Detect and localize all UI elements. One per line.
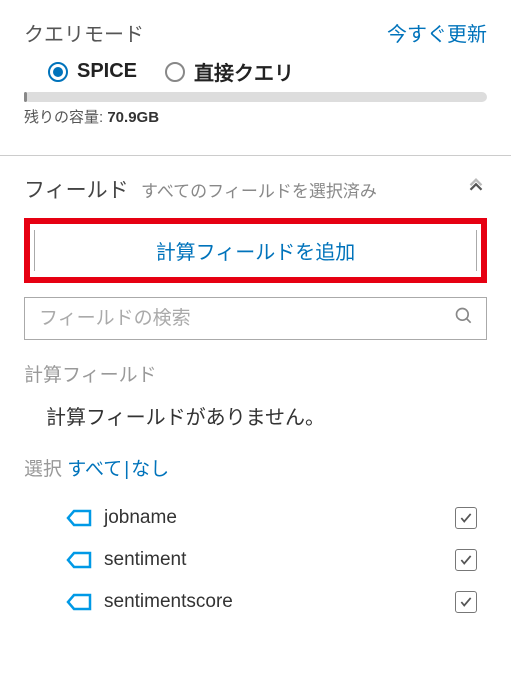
- fields-header-labels: フィールド すべてのフィールドを選択済み: [24, 174, 377, 204]
- fields-header[interactable]: フィールド すべてのフィールドを選択済み: [0, 156, 511, 218]
- calculated-fields-empty: 計算フィールドがありません。: [24, 401, 487, 430]
- field-row-jobname[interactable]: jobname: [24, 497, 487, 539]
- capacity-value: 70.9GB: [107, 109, 159, 126]
- capacity-bar: [24, 92, 487, 102]
- capacity-label: 残りの容量:: [24, 109, 103, 126]
- field-name-label: sentiment: [104, 549, 186, 571]
- field-search-box[interactable]: [24, 297, 487, 340]
- add-calculated-field-highlight: 計算フィールドを追加: [24, 218, 487, 283]
- collapse-icon[interactable]: [465, 176, 487, 203]
- fields-subtitle: すべてのフィールドを選択済み: [141, 182, 377, 201]
- radio-icon: [165, 62, 185, 82]
- query-mode-radio-group: SPICE 直接クエリ: [24, 57, 487, 86]
- select-all-link[interactable]: すべて: [67, 459, 122, 480]
- field-checkbox[interactable]: [455, 507, 477, 529]
- field-checkbox[interactable]: [455, 549, 477, 571]
- refresh-now-link[interactable]: 今すぐ更新: [387, 18, 487, 47]
- capacity-bar-fill: [24, 92, 27, 102]
- tag-icon: [66, 508, 92, 528]
- select-row: 選択 すべて|なし: [24, 454, 487, 481]
- radio-direct-query[interactable]: 直接クエリ: [165, 57, 294, 86]
- radio-icon: [48, 62, 68, 82]
- query-mode-title: クエリモード: [24, 18, 144, 47]
- calculated-fields-heading: 計算フィールド: [24, 360, 487, 387]
- field-checkbox[interactable]: [455, 591, 477, 613]
- field-name-label: sentimentscore: [104, 591, 233, 613]
- field-search-input[interactable]: [37, 307, 454, 331]
- fields-title: フィールド: [24, 179, 129, 202]
- tag-icon: [66, 592, 92, 612]
- query-mode-section: クエリモード 今すぐ更新 SPICE 直接クエリ 残りの容量: 70.9GB: [0, 0, 511, 139]
- tag-icon: [66, 550, 92, 570]
- field-row-left: jobname: [66, 507, 177, 529]
- field-row-sentiment[interactable]: sentiment: [24, 539, 487, 581]
- search-icon: [454, 306, 474, 331]
- field-row-left: sentiment: [66, 549, 186, 571]
- query-mode-header: クエリモード 今すぐ更新: [24, 18, 487, 47]
- select-label: 選択: [24, 459, 62, 480]
- add-calculated-field-button[interactable]: 計算フィールドを追加: [34, 230, 477, 271]
- select-none-link[interactable]: なし: [131, 459, 169, 480]
- capacity-text: 残りの容量: 70.9GB: [24, 106, 487, 127]
- field-row-left: sentimentscore: [66, 591, 233, 613]
- radio-spice-label: SPICE: [77, 60, 137, 83]
- field-name-label: jobname: [104, 507, 177, 529]
- field-row-sentimentscore[interactable]: sentimentscore: [24, 581, 487, 623]
- radio-spice[interactable]: SPICE: [48, 57, 137, 86]
- fields-body: 計算フィールド 計算フィールドがありません。 選択 すべて|なし jobname…: [0, 360, 511, 623]
- select-separator: |: [124, 459, 129, 480]
- radio-direct-label: 直接クエリ: [194, 57, 294, 86]
